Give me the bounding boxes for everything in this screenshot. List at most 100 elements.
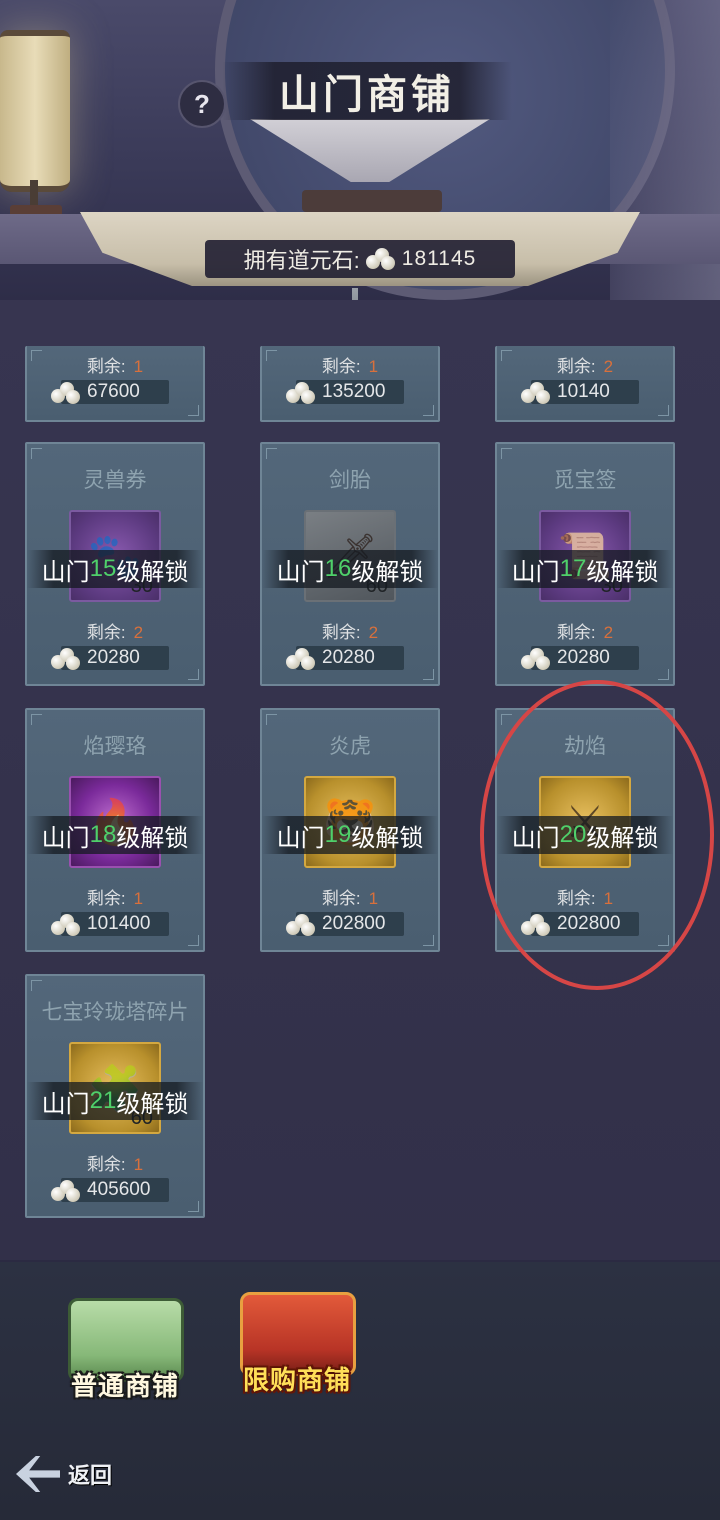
unlock-prefix: 山门: [511, 824, 560, 852]
lock-overlay: 山门 18 级解锁: [27, 816, 203, 854]
remaining-count: 1: [133, 1155, 144, 1174]
unlock-prefix: 山门: [41, 1090, 90, 1118]
price-value: 67600: [87, 381, 140, 402]
currency-value: 181145: [401, 247, 477, 270]
item-name: 炎虎: [329, 735, 371, 758]
stone-currency-icon: [286, 382, 316, 404]
unlock-prefix: 山门: [41, 558, 90, 586]
price-row: 20280: [521, 646, 639, 670]
unlock-prefix: 山门: [276, 824, 325, 852]
unlock-suffix: 级解锁: [116, 558, 189, 586]
remaining-label: 剩余:: [86, 623, 126, 642]
item-name: 焰璎珞: [83, 735, 147, 758]
tab-normal-shop[interactable]: 普通商铺: [50, 1298, 200, 1418]
price-value: 101400: [87, 913, 151, 934]
remaining-row: 剩余: 1: [27, 1150, 203, 1175]
remaining-count: 1: [133, 889, 144, 908]
remaining-count: 1: [603, 889, 614, 908]
remaining-count: 1: [133, 357, 144, 376]
remaining-count: 2: [603, 623, 614, 642]
price-value: 135200: [322, 381, 386, 402]
lock-overlay: 山门 16 级解锁: [262, 550, 438, 588]
stone-currency-icon: [286, 914, 316, 936]
help-symbol: ?: [194, 88, 210, 119]
stone-currency-icon: [286, 648, 316, 670]
tab-limited-shop-label: 限购商铺: [242, 1365, 351, 1395]
price-row: 202800: [521, 912, 639, 936]
remaining-label: 剩余:: [556, 357, 596, 376]
shop-item-card[interactable]: 剩余: 1 135200: [260, 346, 440, 422]
page-title: 山门商铺: [279, 73, 455, 117]
price-value: 20280: [557, 647, 610, 668]
price-row: 10140: [521, 380, 639, 404]
remaining-row: 剩余: 2: [262, 618, 438, 643]
unlock-prefix: 山门: [41, 824, 90, 852]
shop-item-card[interactable]: 剩余: 2 10140: [495, 346, 675, 422]
stone-currency-icon: [365, 248, 396, 270]
remaining-label: 剩余:: [86, 1155, 126, 1174]
unlock-suffix: 级解锁: [586, 558, 659, 586]
unlock-level: 15: [89, 555, 117, 582]
unlock-suffix: 级解锁: [116, 1090, 189, 1118]
remaining-count: 2: [133, 623, 144, 642]
price-value: 10140: [557, 381, 610, 402]
stone-currency-icon: [51, 382, 81, 404]
unlock-level: 20: [559, 821, 587, 848]
remaining-label: 剩余:: [321, 357, 361, 376]
remaining-label: 剩余:: [86, 889, 126, 908]
shop-item-card-treasure-talisman[interactable]: 觅宝签 📜 30 山门17级解锁 剩余:2 20280: [495, 442, 675, 686]
price-row: 202800: [286, 912, 404, 936]
price-row: 135200: [286, 380, 404, 404]
unlock-suffix: 级解锁: [351, 824, 424, 852]
shop-item-card-sword-embryo[interactable]: 剑胎 🗡 60 山门16级解锁 剩余:2 20280: [260, 442, 440, 686]
back-button[interactable]: 返回: [16, 1452, 136, 1496]
stone-currency-icon: [521, 382, 551, 404]
remaining-row: 剩余: 1: [27, 352, 203, 377]
currency-display: 拥有道元石: 181145: [205, 240, 515, 278]
shop-item-card-calamity-flame[interactable]: 劫焰 ⚔ 山门20级解锁 剩余:1 202800: [495, 708, 675, 952]
remaining-row: 剩余: 1: [497, 884, 673, 909]
remaining-count: 2: [368, 623, 379, 642]
page-title-bar: 山门商铺: [222, 62, 512, 120]
remaining-label: 剩余:: [556, 623, 596, 642]
lock-overlay: 山门 21 级解锁: [27, 1082, 203, 1120]
item-name: 劫焰: [564, 735, 606, 758]
unlock-level: 17: [559, 555, 587, 582]
tab-normal-shop-label: 普通商铺: [70, 1371, 179, 1401]
price-row: 20280: [286, 646, 404, 670]
unlock-suffix: 级解锁: [351, 558, 424, 586]
lock-overlay: 山门 19 级解锁: [262, 816, 438, 854]
shop-item-card[interactable]: 剩余: 1 67600: [25, 346, 205, 422]
back-arrow-icon: [16, 1456, 60, 1492]
tab-limited-shop[interactable]: 限购商铺: [222, 1292, 372, 1412]
remaining-label: 剩余:: [86, 357, 126, 376]
stone-currency-icon: [51, 648, 81, 670]
remaining-count: 1: [368, 889, 379, 908]
remaining-label: 剩余:: [556, 889, 596, 908]
item-name: 觅宝签: [553, 469, 617, 492]
unlock-level: 19: [324, 821, 352, 848]
currency-label: 拥有道元石:: [243, 248, 360, 273]
unlock-prefix: 山门: [511, 558, 560, 586]
unlock-level: 16: [324, 555, 352, 582]
back-label: 返回: [68, 1463, 113, 1488]
remaining-row: 剩余: 1: [262, 352, 438, 377]
shop-item-card-pagoda-fragment[interactable]: 七宝玲珑塔碎片 🧩 60 山门21级解锁 剩余:1 405600: [25, 974, 205, 1218]
shop-item-card-flame-necklace[interactable]: 焰璎珞 🔥 山门18级解锁 剩余:1 101400: [25, 708, 205, 952]
remaining-row: 剩余: 1: [27, 884, 203, 909]
price-value: 405600: [87, 1179, 151, 1200]
item-name: 灵兽券: [83, 469, 147, 492]
unlock-level: 21: [89, 1087, 117, 1114]
shop-header: 山门商铺 ? 拥有道元石: 181145: [0, 0, 720, 300]
shop-item-card-spirit-beast-ticket[interactable]: 灵兽券 🐾 30 山门15级解锁 剩余:2 20280: [25, 442, 205, 686]
price-row: 101400: [51, 912, 169, 936]
fan-stand: [302, 190, 442, 212]
lock-overlay: 山门 17 级解锁: [497, 550, 673, 588]
price-value: 202800: [322, 913, 386, 934]
unlock-prefix: 山门: [276, 558, 325, 586]
remaining-label: 剩余:: [321, 889, 361, 908]
remaining-row: 剩余: 1: [262, 884, 438, 909]
item-name: 剑胎: [329, 469, 371, 492]
help-icon[interactable]: ?: [178, 80, 226, 128]
shop-item-card-flame-tiger[interactable]: 炎虎 🐯 山门19级解锁 剩余:1 202800: [260, 708, 440, 952]
